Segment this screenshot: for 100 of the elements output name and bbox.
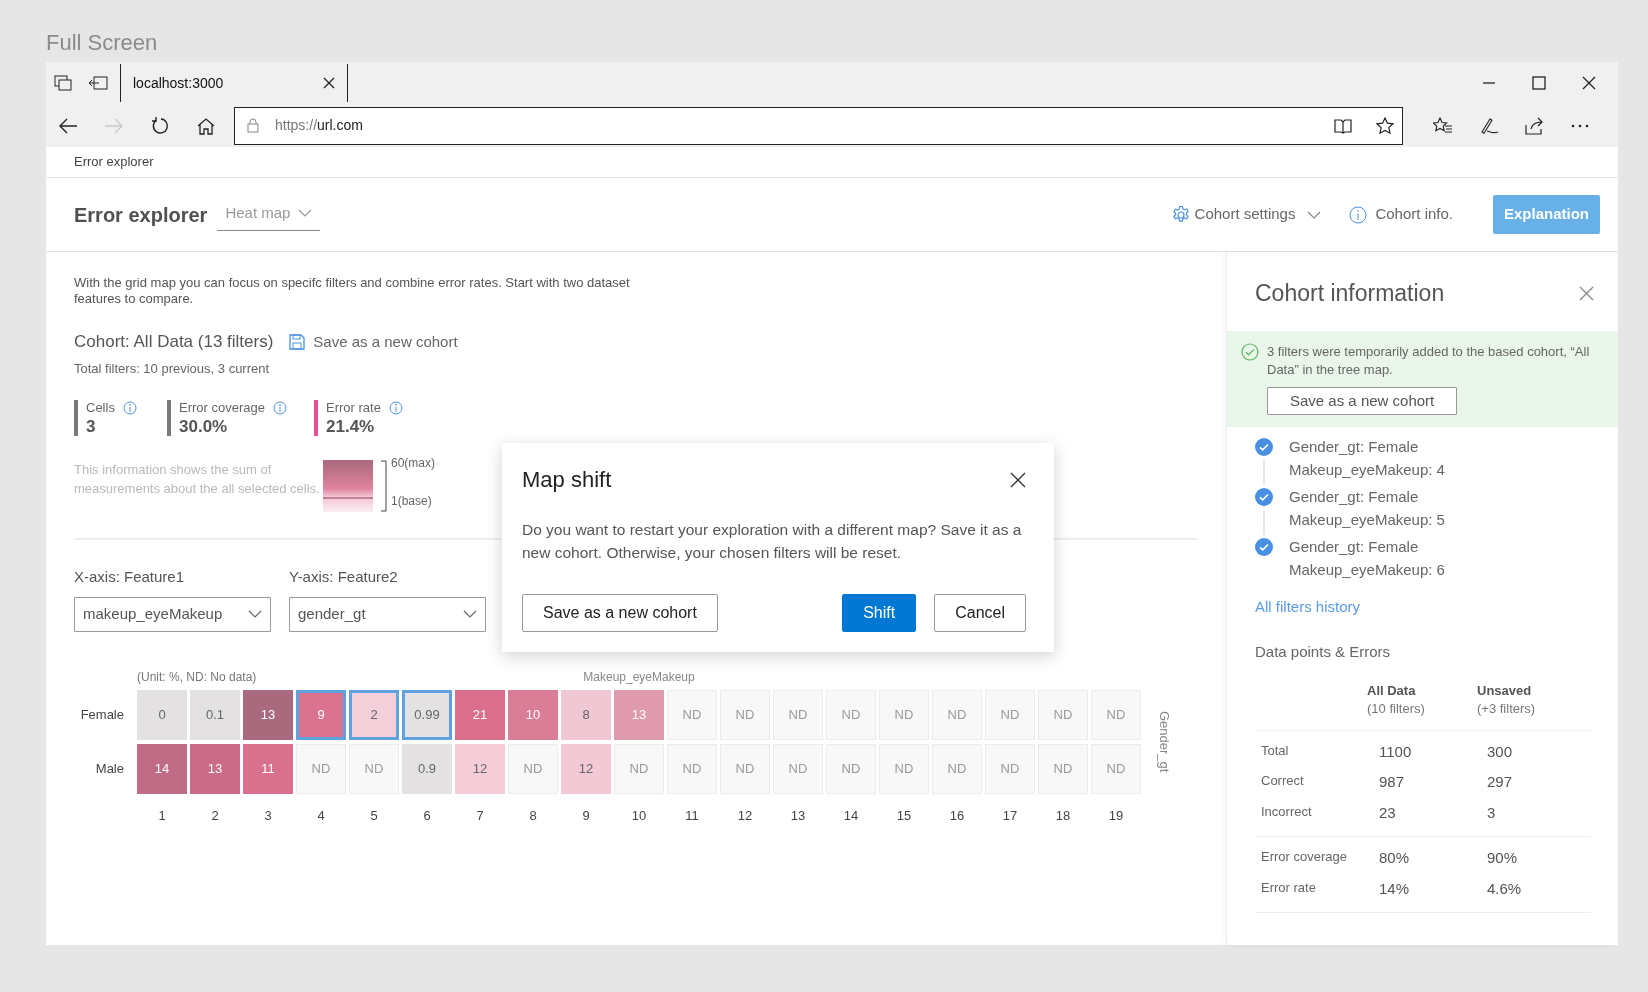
heatmap-cell[interactable]: 12 xyxy=(561,743,611,794)
heatmap-cell[interactable]: 13 xyxy=(243,689,293,740)
heatmap-cell[interactable]: ND xyxy=(508,743,558,794)
heatmap-cell[interactable]: 14 xyxy=(137,743,187,794)
metric-value: 3 xyxy=(86,416,97,438)
heatmap-cell[interactable]: ND xyxy=(932,743,982,794)
heatmap-cell[interactable]: 8 xyxy=(561,689,611,740)
pen-icon[interactable] xyxy=(1479,116,1499,135)
heatmap-cell[interactable]: 0.1 xyxy=(190,689,240,740)
heatmap-cell[interactable]: 0.99 xyxy=(402,689,452,740)
save-icon xyxy=(289,333,306,350)
axis-dropdown[interactable]: makeup_eyeMakeup xyxy=(74,596,271,632)
view-dropdown[interactable]: Heat map xyxy=(217,197,321,232)
column-label: 9 xyxy=(582,806,590,825)
primary-button[interactable]: Shift xyxy=(842,594,917,632)
column-label: 11 xyxy=(685,806,699,825)
favorites-icon[interactable] xyxy=(1433,116,1453,135)
lock-icon xyxy=(247,118,259,133)
save-cohort-link[interactable]: Save as a new cohort xyxy=(289,330,458,353)
heatmap-cell[interactable]: 10 xyxy=(508,689,558,740)
heatmap-cell[interactable]: 2 xyxy=(349,689,399,740)
column-label: 7 xyxy=(476,806,484,825)
cohort-settings-button[interactable]: Cohort settings xyxy=(1170,203,1324,226)
heatmap-cell[interactable]: 11 xyxy=(243,743,293,794)
secondary-button[interactable]: Cancel xyxy=(934,594,1026,632)
heatmap-cell[interactable]: ND xyxy=(985,689,1035,740)
dialog-title: Map shift xyxy=(522,466,612,494)
heatmap-cell[interactable]: 0.9 xyxy=(402,743,452,794)
column-label: 3 xyxy=(264,806,272,825)
heatmap-cell[interactable]: ND xyxy=(667,743,717,794)
gear-icon xyxy=(1170,204,1191,225)
heatmap-cell[interactable]: ND xyxy=(879,689,929,740)
unit-note: (Unit: %, ND: No data) xyxy=(137,668,258,686)
column-label: 13 xyxy=(790,806,806,825)
row-label: Error coverage xyxy=(1261,848,1348,866)
heatmap-cell[interactable]: 12 xyxy=(455,743,505,794)
heatmap-cell[interactable]: 13 xyxy=(614,689,664,740)
column-label: 17 xyxy=(1002,806,1018,825)
chevron-icon xyxy=(248,610,262,618)
heatmap-cell[interactable]: 0 xyxy=(137,689,187,740)
breadcrumb[interactable]: Error explorer xyxy=(74,152,154,172)
heatmap-cell[interactable]: ND xyxy=(349,743,399,794)
heatmap-cell[interactable]: ND xyxy=(614,743,664,794)
refresh-icon[interactable] xyxy=(150,116,170,135)
column-subheader: (10 filters) xyxy=(1367,699,1426,718)
home-icon[interactable] xyxy=(196,116,216,135)
heatmap-cell[interactable]: 9 xyxy=(296,689,346,740)
tab-preview-icon[interactable] xyxy=(54,75,72,91)
close-icon[interactable] xyxy=(1010,471,1026,488)
filters-summary: Total filters: 10 previous, 3 current xyxy=(74,359,271,378)
axis-label: Y-axis: Feature2 xyxy=(289,567,399,587)
more-icon[interactable] xyxy=(1571,123,1589,128)
heatmap-cell[interactable]: ND xyxy=(296,743,346,794)
heatmap-cell[interactable]: ND xyxy=(667,689,717,740)
maximize-icon[interactable] xyxy=(1532,76,1546,90)
heatmap-cell[interactable]: ND xyxy=(932,689,982,740)
back-icon[interactable] xyxy=(58,116,78,135)
dialog-message: Do you want to restart your exploration with a different map? Save it as a new cohort. Otherwise, your chosen filters will be reset. xyxy=(522,520,1023,563)
axis-dropdown[interactable]: gender_gt xyxy=(289,596,486,632)
row-label: Correct xyxy=(1261,772,1305,790)
column-label: 10 xyxy=(631,806,647,825)
table-cell-text: 14% xyxy=(1378,878,1411,899)
column-label: 8 xyxy=(529,806,537,825)
explanation-button[interactable]: Explanation xyxy=(1493,195,1600,234)
heatmap-cell[interactable]: ND xyxy=(879,743,929,794)
heatmap-cell[interactable]: ND xyxy=(826,743,876,794)
metric-label: Error coverage xyxy=(179,400,265,416)
heatmap-cell[interactable]: ND xyxy=(1091,689,1141,740)
heatmap-cell[interactable]: ND xyxy=(773,689,823,740)
column-label: 5 xyxy=(370,806,378,825)
check-circle-icon[interactable] xyxy=(1255,438,1273,456)
star-icon[interactable] xyxy=(1376,116,1394,135)
address-bar[interactable]: https://url.com xyxy=(234,106,1403,145)
heatmap-cell[interactable]: ND xyxy=(720,743,770,794)
close-icon[interactable] xyxy=(1582,76,1596,90)
heatmap-cell[interactable]: ND xyxy=(985,743,1035,794)
heatmap-cell[interactable]: ND xyxy=(1038,689,1088,740)
set-aside-tabs-icon[interactable] xyxy=(88,76,108,90)
column-label: 12 xyxy=(737,806,753,825)
secondary-button[interactable]: Save as a new cohort xyxy=(522,594,718,632)
close-icon[interactable] xyxy=(323,77,335,89)
heatmap-cell[interactable]: ND xyxy=(773,743,823,794)
check-circle-icon[interactable] xyxy=(1255,488,1273,506)
heatmap-cell[interactable]: ND xyxy=(720,689,770,740)
filters-history-link[interactable]: All filters history xyxy=(1255,598,1361,615)
table-cell-text: 4.6% xyxy=(1486,878,1523,899)
browser-tab[interactable]: localhost:3000 xyxy=(120,64,348,102)
cohort-info-button[interactable]: Cohort info. xyxy=(1349,203,1453,226)
check-circle-icon[interactable] xyxy=(1255,538,1273,556)
share-icon[interactable] xyxy=(1525,116,1545,135)
legend-label: 60(max) xyxy=(391,455,435,472)
heatmap-cell[interactable]: 21 xyxy=(455,689,505,740)
heatmap-cell[interactable]: 13 xyxy=(190,743,240,794)
panel-title: Cohort information xyxy=(1255,279,1445,308)
heatmap-cell[interactable]: ND xyxy=(1091,743,1141,794)
heatmap-cell[interactable]: ND xyxy=(1038,743,1088,794)
save-cohort-button[interactable]: Save as a new cohort xyxy=(1267,386,1458,415)
reading-view-icon[interactable] xyxy=(1334,117,1352,134)
filter-text: Makeup_eyeMakeup: 4 xyxy=(1289,460,1445,480)
heatmap-cell[interactable]: ND xyxy=(826,689,876,740)
